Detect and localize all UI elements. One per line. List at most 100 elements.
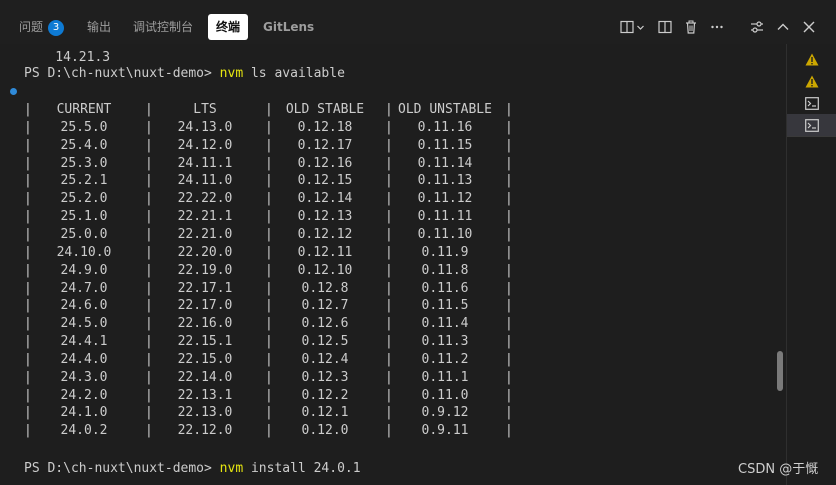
tab-debug-console[interactable]: 调试控制台 bbox=[133, 14, 193, 40]
table-cell: 0.11.6 bbox=[421, 280, 469, 296]
table-separator: | bbox=[505, 191, 513, 207]
side-panel-divider bbox=[787, 136, 836, 137]
tab-debug-console-label: 调试控制台 bbox=[133, 20, 194, 34]
table-separator: | bbox=[505, 387, 513, 403]
prompt-path: PS D:\ch-nuxt\nuxt-demo> bbox=[24, 461, 220, 476]
table-cell: 24.3.0 bbox=[60, 369, 108, 385]
table-cell: 24.2.0 bbox=[60, 387, 108, 403]
table-cell: 0.11.8 bbox=[421, 262, 469, 278]
table-cell: 0.11.15 bbox=[417, 137, 473, 153]
table-cell: 22.19.0 bbox=[177, 262, 233, 278]
table-separator: | bbox=[505, 244, 513, 260]
table-row: | | | | | 24.2.0 22.13.1 0.12.2 0.11.0 bbox=[0, 387, 786, 405]
versions-table: | | | | | CURRENT LTS OLD STABLE OLD UNSTABLE | | |… bbox=[0, 44, 786, 485]
warning-icon bbox=[805, 53, 818, 65]
tab-problems[interactable]: 问题 3 bbox=[19, 14, 65, 40]
terminal-icon bbox=[804, 118, 819, 132]
table-cell: 0.12.7 bbox=[301, 298, 349, 314]
terminal-tab-powershell-1[interactable] bbox=[787, 92, 836, 114]
table-row: | | | | | 25.2.0 22.22.0 0.12.14 0.11.12 bbox=[0, 190, 786, 208]
terminal-output[interactable]: 14.21.3 PS D:\ch-nuxt\nuxt-demo> nvm ls … bbox=[0, 44, 786, 485]
table-row: | | | | | 25.4.0 24.12.0 0.12.17 0.11.15 bbox=[0, 137, 786, 155]
table-cell: 22.21.1 bbox=[177, 209, 233, 225]
settings-icon[interactable] bbox=[748, 18, 766, 36]
table-cell: 0.12.11 bbox=[297, 244, 353, 260]
terminal-icon bbox=[804, 96, 819, 110]
trash-icon[interactable] bbox=[682, 18, 700, 36]
table-cell: 24.11.0 bbox=[177, 173, 233, 189]
table-cell: 24.6.0 bbox=[60, 298, 108, 314]
table-cell: 22.16.0 bbox=[177, 316, 233, 332]
table-cell: 0.12.0 bbox=[301, 423, 349, 439]
table-cell: 0.12.16 bbox=[297, 155, 353, 171]
table-cell: 0.12.12 bbox=[297, 226, 353, 242]
terminal-scrollbar-thumb[interactable] bbox=[777, 351, 783, 391]
problems-count-badge: 3 bbox=[48, 20, 65, 36]
table-cell: 0.11.4 bbox=[421, 316, 469, 332]
table-cell: 0.12.6 bbox=[301, 316, 349, 332]
table-cell: 0.11.11 bbox=[417, 209, 473, 225]
terminal-tab-powershell-2[interactable] bbox=[787, 114, 836, 136]
tab-output[interactable]: 输出 bbox=[87, 14, 111, 40]
table-cell: 22.20.0 bbox=[177, 244, 233, 260]
table-cell: 24.4.0 bbox=[60, 351, 108, 367]
table-header: | | | | | CURRENT LTS OLD STABLE OLD UNSTABLE bbox=[0, 101, 786, 119]
table-cell: 0.12.18 bbox=[297, 119, 353, 135]
tab-gitlens[interactable]: GitLens bbox=[263, 14, 314, 40]
table-header-cell: OLD UNSTABLE bbox=[398, 102, 492, 117]
table-separator: | bbox=[505, 137, 513, 153]
table-row: | | | | | 25.1.0 22.21.1 0.12.13 0.11.11 bbox=[0, 208, 786, 226]
warning-icon bbox=[805, 75, 818, 87]
layout-icon[interactable] bbox=[656, 18, 674, 36]
table-separator: | bbox=[505, 369, 513, 385]
table-cell: 0.12.3 bbox=[301, 369, 349, 385]
table-cell: 25.4.0 bbox=[60, 137, 108, 153]
table-cell: 22.17.0 bbox=[177, 298, 233, 314]
table-row: | | | | | 25.0.0 22.21.0 0.12.12 0.11.10 bbox=[0, 226, 786, 244]
close-icon[interactable] bbox=[800, 18, 818, 36]
terminal-tabs-panel bbox=[786, 44, 836, 485]
table-cell: 0.12.8 bbox=[301, 280, 349, 296]
tab-gitlens-label: GitLens bbox=[263, 20, 315, 34]
table-cell: 0.12.14 bbox=[297, 191, 353, 207]
table-cell: 0.12.13 bbox=[297, 209, 353, 225]
command-name: nvm bbox=[219, 461, 244, 476]
tab-terminal[interactable]: 终端 bbox=[208, 14, 249, 40]
table-separator: | bbox=[505, 173, 513, 189]
maximize-chevron-up-icon[interactable] bbox=[774, 18, 792, 36]
table-cell: 22.14.0 bbox=[177, 369, 233, 385]
table-cell: 22.22.0 bbox=[177, 191, 233, 207]
table-cell: 24.12.0 bbox=[177, 137, 233, 153]
terminal-tab-warning-2[interactable] bbox=[787, 70, 836, 92]
table-row: | | | | | 24.4.0 22.15.0 0.12.4 0.11.2 bbox=[0, 351, 786, 369]
table-cell: 0.12.17 bbox=[297, 137, 353, 153]
table-cell: 0.12.1 bbox=[301, 405, 349, 421]
table-cell: 24.0.2 bbox=[60, 423, 108, 439]
table-cell: 24.13.0 bbox=[177, 119, 233, 135]
table-cell: 0.11.16 bbox=[417, 119, 473, 135]
table-row: | | | | | 24.9.0 22.19.0 0.12.10 0.11.8 bbox=[0, 262, 786, 280]
table-cell: 22.21.0 bbox=[177, 226, 233, 242]
table-separator: | bbox=[505, 155, 513, 171]
table-cell: 24.9.0 bbox=[60, 262, 108, 278]
table-cell: 0.11.1 bbox=[421, 369, 469, 385]
table-row: | | | | | 24.4.1 22.15.1 0.12.5 0.11.3 bbox=[0, 333, 786, 351]
chevron-down-icon[interactable] bbox=[634, 18, 646, 36]
table-separator: | bbox=[505, 119, 513, 135]
table-row: | | | | | 24.1.0 22.13.0 0.12.1 0.9.12 bbox=[0, 404, 786, 422]
table-cell: 25.0.0 bbox=[60, 226, 108, 242]
table-row: | | | | | 25.2.1 24.11.0 0.12.15 0.11.13 bbox=[0, 172, 786, 190]
table-cell: 0.12.4 bbox=[301, 351, 349, 367]
table-cell: 25.2.1 bbox=[60, 173, 108, 189]
terminal-tab-warning-1[interactable] bbox=[787, 48, 836, 70]
table-row: | | | | | 24.5.0 22.16.0 0.12.6 0.11.4 bbox=[0, 315, 786, 333]
table-cell: 24.4.1 bbox=[60, 334, 108, 350]
csdn-watermark: CSDN @于慨 bbox=[738, 462, 819, 477]
more-icon[interactable] bbox=[708, 18, 726, 36]
table-cell: 22.15.0 bbox=[177, 351, 233, 367]
table-cell: 24.7.0 bbox=[60, 280, 108, 296]
table-row: | | | | | 24.10.0 22.20.0 0.12.11 0.11.9 bbox=[0, 244, 786, 262]
table-cell: 25.3.0 bbox=[60, 155, 108, 171]
table-cell: 25.2.0 bbox=[60, 191, 108, 207]
table-cell: 24.5.0 bbox=[60, 316, 108, 332]
